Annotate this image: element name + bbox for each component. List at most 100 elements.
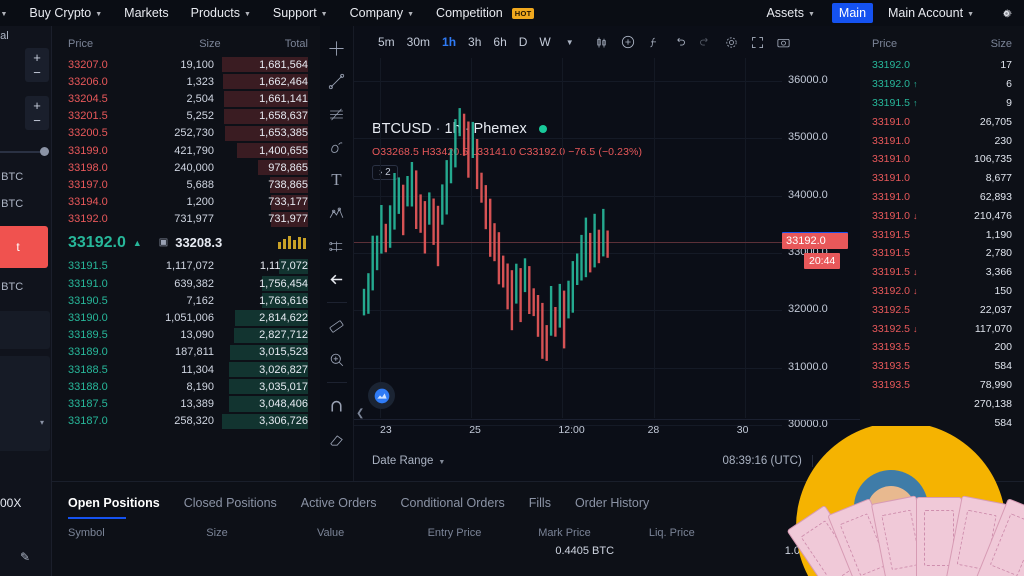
chevron-down-icon[interactable]: ▾ [40,418,44,427]
stepper-plus[interactable]: + [33,98,41,113]
trade-row[interactable]: 33192.0 ↓ 150 [870,282,1014,301]
nav-item-buy-crypto[interactable]: Buy Crypto ▼ [18,6,113,20]
redo-icon[interactable] [693,29,719,55]
nav-item-products[interactable]: Products ▼ [180,6,262,20]
nav-item-markets[interactable]: Markets [113,6,179,20]
order-book-row[interactable]: 33197.0 5,688 738,865 [62,176,310,193]
timeframe-1h[interactable]: 1h [436,35,462,49]
trade-row[interactable]: 33191.5 2,780 [870,244,1014,263]
trade-row[interactable]: 33191.0 106,735 [870,150,1014,169]
quantity-stepper[interactable]: + − [25,96,49,130]
order-book-row[interactable]: 33191.5 1,117,072 1,117,072 [62,258,310,275]
order-book-row[interactable]: 33201.5 5,252 1,658,637 [62,108,310,125]
trade-row[interactable]: 33191.0 8,677 [870,169,1014,188]
settings-gear-button[interactable] [985,6,1024,21]
candlestick-type-icon[interactable] [589,29,615,55]
nav-item-company[interactable]: Company ▼ [339,6,425,20]
sell-short-button[interactable]: t [0,226,48,268]
fib-retracement-icon[interactable] [327,104,347,124]
order-detail-box[interactable]: ▾ [0,356,50,451]
order-input-field[interactable] [0,311,50,349]
tab-order-history[interactable]: Order History [575,496,649,519]
chevron-down-icon[interactable]: ▼ [557,29,583,55]
settings-gear-icon[interactable] [719,29,745,55]
timeframe-D[interactable]: D [513,35,534,49]
tab-open-positions[interactable]: Open Positions [68,496,160,519]
order-book-row[interactable]: 33200.5 252,730 1,653,385 [62,125,310,142]
trade-row[interactable]: 33192.0 ↑ 6 [870,75,1014,94]
order-book-row[interactable]: 33189.0 187,811 3,015,523 [62,344,310,361]
tab-active-orders[interactable]: Active Orders [301,496,377,519]
arrow-icon[interactable] [327,269,347,289]
trade-row[interactable]: 270,138 [870,394,1014,413]
eraser-icon[interactable] [327,429,347,449]
trade-row[interactable]: 33191.5 ↓ 3,366 [870,263,1014,282]
scroll-left-icon[interactable]: ❮ [356,408,364,419]
trade-row[interactable]: 33192.5 22,037 [870,300,1014,319]
nav-item-competition[interactable]: Competition HOT [425,6,545,20]
order-book-row[interactable]: 33190.0 1,051,006 2,814,622 [62,309,310,326]
order-book-row[interactable]: 33191.0 639,382 1,756,454 [62,275,310,292]
trendline-icon[interactable] [327,71,347,91]
chart-style-fab[interactable] [368,382,395,409]
trade-row[interactable]: 33191.0 ↓ 210,476 [870,206,1014,225]
trade-row[interactable]: 33193.5 200 [870,338,1014,357]
order-book-row[interactable]: 33194.0 1,200 733,177 [62,194,310,211]
trade-row[interactable]: 33191.0 230 [870,131,1014,150]
tab-conditional-orders[interactable]: Conditional Orders [401,496,505,519]
nav-item-assets[interactable]: Assets ▼ [755,6,825,20]
timeframe-3h[interactable]: 3h [462,35,487,49]
chevron-down-icon[interactable]: ▼ [438,459,445,466]
timeframe-W[interactable]: W [533,35,556,49]
order-book-row[interactable]: 33187.5 13,389 3,048,406 [62,395,310,412]
order-book-row[interactable]: 33204.5 2,504 1,661,141 [62,90,310,107]
measure-icon[interactable] [327,236,347,256]
percent-scale-toggle[interactable]: % [823,455,833,467]
trade-row[interactable]: 584 [870,413,1014,432]
trade-row[interactable]: 33191.5 ↑ 9 [870,94,1014,113]
brush-icon[interactable] [327,137,347,157]
nav-item-et[interactable]: et ▼ [0,6,18,20]
trade-row[interactable]: 33191.0 62,893 [870,188,1014,207]
stepper-minus[interactable]: − [33,113,41,128]
snapshot-icon[interactable] [771,29,797,55]
order-book-row[interactable]: 33199.0 421,790 1,400,655 [62,142,310,159]
trade-row[interactable]: 33192.5 ↓ 117,070 [870,319,1014,338]
order-book-row[interactable]: 33190.5 7,162 1,763,616 [62,292,310,309]
undo-icon[interactable] [667,29,693,55]
crosshair-icon[interactable] [327,38,347,58]
stepper-plus[interactable]: + [33,50,41,65]
nav-item-main-account[interactable]: Main Account ▼ [877,6,985,20]
date-range-label[interactable]: Date Range [372,455,433,467]
trade-row[interactable]: 33191.0 26,705 [870,112,1014,131]
price-stepper[interactable]: + − [25,48,49,82]
order-book-row[interactable]: 33192.0 731,977 731,977 [62,211,310,228]
fullscreen-icon[interactable] [745,29,771,55]
stepper-minus[interactable]: − [33,65,41,80]
trade-row[interactable]: 33191.5 1,190 [870,225,1014,244]
order-book-row[interactable]: 33198.0 240,000 978,865 [62,159,310,176]
order-book-row[interactable]: 33206.0 1,323 1,662,464 [62,73,310,90]
trade-row[interactable]: 33193.5 78,990 [870,376,1014,395]
order-book-row[interactable]: 33188.0 8,190 3,035,017 [62,378,310,395]
leverage-slider[interactable] [0,146,51,158]
trade-row[interactable]: 33193.5 584 [870,357,1014,376]
timeframe-5m[interactable]: 5m [372,35,401,49]
zoom-tool-icon[interactable] [327,349,347,369]
magnet-icon[interactable] [327,396,347,416]
ruler-icon[interactable] [327,316,347,336]
formula-icon[interactable] [641,29,667,55]
timeframe-30m[interactable]: 30m [401,35,436,49]
tab-closed-positions[interactable]: Closed Positions [184,496,277,519]
edit-pencil-icon[interactable]: ✎ [20,550,30,564]
nav-item-support[interactable]: Support ▼ [262,6,339,20]
log-scale-toggle[interactable]: lo [843,455,852,467]
add-indicator-icon[interactable] [615,29,641,55]
trade-row[interactable]: 33192.0 17 [870,56,1014,75]
pattern-icon[interactable] [327,203,347,223]
order-book-row[interactable]: 33189.5 13,090 2,827,712 [62,327,310,344]
table-row[interactable]: 0.4405 BTC 1.0000 BTC [52,539,1024,557]
order-book-row[interactable]: 33207.0 19,100 1,681,564 [62,56,310,73]
main-badge-wrap[interactable]: Main [826,3,877,23]
tab-fills[interactable]: Fills [529,496,551,519]
